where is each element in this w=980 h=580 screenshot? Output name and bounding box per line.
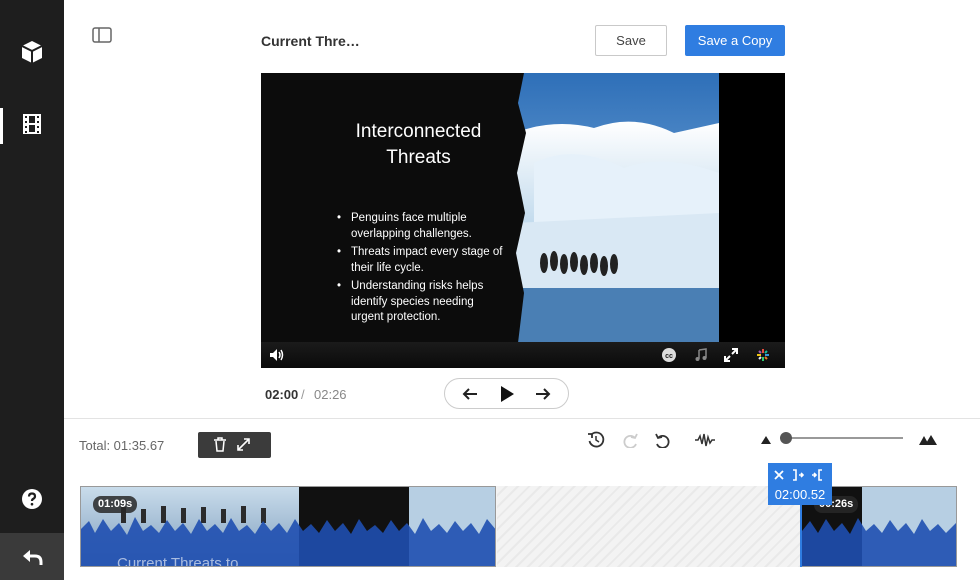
clip-tools xyxy=(198,432,271,458)
audio-waveform-button[interactable] xyxy=(694,430,716,450)
captions-button[interactable]: cc xyxy=(661,347,677,363)
save-button[interactable]: Save xyxy=(595,25,667,56)
back-button[interactable] xyxy=(0,533,64,580)
zoom-slider-handle[interactable] xyxy=(780,432,792,444)
trim-start-button[interactable] xyxy=(792,468,805,486)
slide-bullet: Understanding risks helps identify speci… xyxy=(333,279,508,326)
redo-button[interactable] xyxy=(620,430,640,450)
divider xyxy=(64,418,980,419)
slide-title: Interconnected Threats xyxy=(355,121,482,168)
fullscreen-icon xyxy=(724,348,738,362)
expand-clip-button[interactable] xyxy=(236,437,251,457)
project-title: Current Thre… xyxy=(261,33,360,49)
total-duration: Total: 01:35.67 xyxy=(79,438,165,453)
trim-start-icon xyxy=(793,469,805,481)
volume-icon xyxy=(270,349,284,361)
time-separator: / xyxy=(301,387,305,402)
clip-overlay-text: Current Threats to xyxy=(117,555,239,567)
timeline-clip[interactable]: 01:09s Current Threats to xyxy=(80,486,496,567)
cube-icon xyxy=(21,41,43,63)
delete-clip-button[interactable] xyxy=(213,437,227,457)
video-control-bar: cc xyxy=(261,342,785,368)
playhead-time: 02:00.52 xyxy=(774,487,826,502)
save-a-copy-button[interactable]: Save a Copy xyxy=(685,25,785,56)
transport-controls xyxy=(444,378,569,409)
music-icon xyxy=(695,348,707,361)
help-button[interactable] xyxy=(0,482,64,516)
next-button[interactable] xyxy=(533,385,553,403)
closed-captions-icon: cc xyxy=(662,348,676,362)
brand-icon xyxy=(757,349,769,361)
slide-bullet: Penguins face multiple overlapping chall… xyxy=(333,211,508,242)
assets-button[interactable] xyxy=(0,30,64,74)
current-time: 02:00 xyxy=(265,387,299,402)
undo-button[interactable] xyxy=(653,430,673,450)
help-icon xyxy=(22,489,42,509)
volume-button[interactable] xyxy=(269,347,285,363)
cut-icon xyxy=(774,470,784,480)
zoom-out-button[interactable] xyxy=(756,430,776,450)
trim-end-button[interactable] xyxy=(811,468,823,486)
svg-text:cc: cc xyxy=(665,353,673,360)
rewind-button[interactable] xyxy=(586,430,606,450)
brand-button[interactable] xyxy=(755,347,771,363)
arrow-right-icon xyxy=(536,388,551,400)
slide-bullet: Threats impact every stage of their life… xyxy=(333,245,508,276)
total-time: 02:26 xyxy=(314,387,347,402)
left-rail xyxy=(0,0,64,580)
slide-bullet-list: Penguins face multiple overlapping chall… xyxy=(333,211,508,329)
zoom-slider-track[interactable] xyxy=(786,437,903,439)
arrow-left-icon xyxy=(462,388,477,400)
clip-duration: 01:09s xyxy=(93,496,138,513)
undo-icon xyxy=(23,549,43,565)
music-button[interactable] xyxy=(693,347,709,363)
trim-end-icon xyxy=(812,469,822,481)
playhead[interactable]: 02:00.52 xyxy=(768,463,832,505)
layout-toggle-icon xyxy=(92,27,112,43)
play-button[interactable] xyxy=(497,385,517,403)
fullscreen-button[interactable] xyxy=(723,347,739,363)
rewind-icon xyxy=(588,431,605,448)
previous-button[interactable] xyxy=(460,385,480,403)
waveform-icon xyxy=(695,433,715,447)
slide-text-panel: Interconnected Threats Penguins face mul… xyxy=(261,73,521,343)
letterbox xyxy=(719,73,785,343)
undo-icon xyxy=(655,433,670,448)
playhead-line[interactable] xyxy=(800,505,802,567)
zoom-in-icon xyxy=(919,435,937,445)
filmstrip-icon xyxy=(23,114,41,134)
cut-button[interactable] xyxy=(773,468,785,486)
timeline-gap[interactable] xyxy=(497,486,801,567)
trash-icon xyxy=(214,437,226,452)
zoom-out-icon xyxy=(761,436,771,444)
timeline-button[interactable] xyxy=(0,104,64,144)
video-preview[interactable]: Interconnected Threats Penguins face mul… xyxy=(261,73,785,368)
layout-toggle-button[interactable] xyxy=(92,27,112,48)
redo-icon xyxy=(623,433,638,448)
zoom-in-button[interactable] xyxy=(918,430,938,450)
penguin-photo xyxy=(514,73,719,343)
play-icon xyxy=(501,386,514,402)
expand-icon xyxy=(237,438,250,451)
